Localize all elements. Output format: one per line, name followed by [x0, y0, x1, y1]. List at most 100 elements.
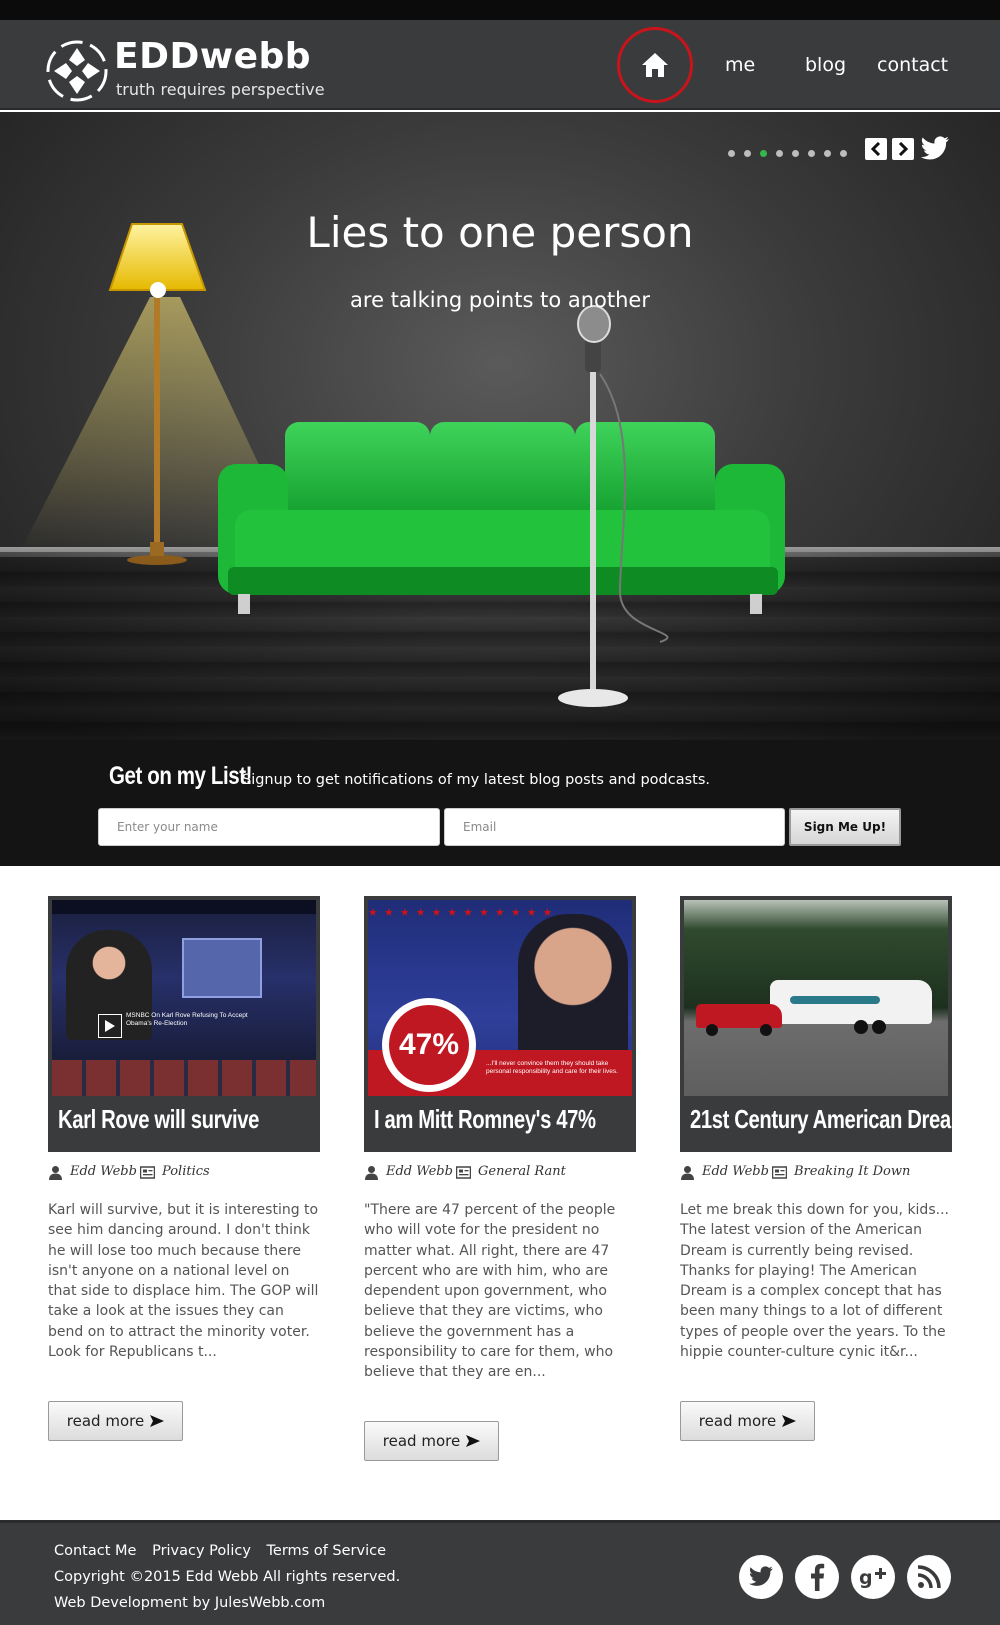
footer-rss-button[interactable]	[907, 1555, 951, 1599]
nav-me-link[interactable]: me	[725, 54, 755, 76]
category-icon	[772, 1166, 787, 1179]
slider-dot[interactable]	[728, 150, 735, 157]
slider-dot[interactable]	[744, 150, 751, 157]
slider-prev-button[interactable]	[865, 138, 887, 160]
footer-link-terms[interactable]: Terms of Service	[267, 1543, 386, 1559]
card-category[interactable]: General Rant	[478, 1164, 566, 1179]
site-footer: Contact Me Privacy Policy Terms of Servi…	[0, 1520, 1000, 1625]
nav-blog-link[interactable]: blog	[805, 54, 846, 76]
candidate-figure	[518, 914, 628, 1064]
hero-illustration	[20, 223, 785, 707]
footer-links: Contact Me Privacy Policy Terms of Servi…	[54, 1543, 397, 1559]
play-icon	[105, 1020, 115, 1032]
signup-email-input[interactable]	[444, 808, 785, 846]
read-more-label: read more	[66, 1412, 145, 1430]
site-logo[interactable]: EDDwebb truth requires perspective	[46, 30, 326, 102]
hero-title: Lies to one person	[306, 208, 694, 257]
footer-link-privacy[interactable]: Privacy Policy	[152, 1543, 251, 1559]
image-quote: ...I'll never convince them they should …	[486, 1060, 618, 1075]
wheel	[760, 1024, 772, 1036]
star-row: ★★★★★★★★★★★★	[368, 906, 559, 919]
percent-badge-text: 47%	[389, 1005, 469, 1085]
card-excerpt: "There are 47 percent of the people who …	[364, 1202, 616, 1381]
twitter-icon	[748, 1566, 773, 1586]
read-more-button[interactable]: read more	[364, 1421, 499, 1461]
slider-dot[interactable]	[840, 150, 847, 157]
camper-trailer	[770, 980, 932, 1024]
home-icon	[642, 53, 668, 77]
facebook-icon	[811, 1563, 825, 1591]
footer-credit[interactable]: Web Development by JulesWebb.com	[54, 1595, 325, 1611]
footer-google-plus-button[interactable]: g	[851, 1555, 895, 1599]
footer-twitter-button[interactable]	[739, 1555, 783, 1599]
card-image[interactable]: ★★★★★★★★★★★★ 47% ...I'll never convince …	[364, 896, 636, 1152]
user-icon	[49, 1166, 62, 1180]
card-image[interactable]: MSNBC On Karl Rove Refusing To Accept Ob…	[48, 896, 320, 1152]
slider-dot-active[interactable]	[760, 150, 767, 157]
read-more-button[interactable]: read more	[48, 1401, 183, 1441]
slider-next-button[interactable]	[892, 138, 914, 160]
card-image[interactable]: 21st Century American Dream	[680, 896, 969, 1152]
video-play-button[interactable]	[98, 1014, 122, 1038]
logo-mark-icon	[46, 40, 108, 102]
arrow-right-icon	[150, 1415, 165, 1427]
card-category[interactable]: Politics	[162, 1164, 210, 1179]
logo-title: EDDwebb	[114, 36, 312, 77]
signup-submit-button[interactable]: Sign Me Up!	[789, 808, 901, 846]
chevron-right-icon	[898, 142, 909, 156]
signup-description: Signup to get notifications of my latest…	[242, 772, 711, 788]
signup-bar: Get on my List! Signup to get notificati…	[0, 740, 1000, 866]
card-title[interactable]: I am Mitt Romney's 47%	[374, 1104, 596, 1135]
card-author[interactable]: Edd Webb	[702, 1164, 769, 1179]
google-plus-icon: g	[859, 1567, 886, 1589]
card-title[interactable]: 21st Century American Dream	[690, 1104, 969, 1135]
wheel	[872, 1020, 886, 1034]
slider-dots	[728, 150, 847, 162]
arrow-right-icon	[782, 1415, 797, 1427]
footer-facebook-button[interactable]	[795, 1555, 839, 1599]
card-meta: Edd Webb General Rant	[364, 1164, 636, 1182]
twitter-icon[interactable]	[920, 136, 950, 162]
slider-dot[interactable]	[792, 150, 799, 157]
blog-card: MSNBC On Karl Rove Refusing To Accept Ob…	[48, 896, 320, 1441]
wheel	[854, 1020, 868, 1034]
card-photo-camper	[684, 900, 948, 1096]
percent-badge: 47%	[382, 998, 476, 1092]
site-header: EDDwebb truth requires perspective me bl…	[0, 20, 1000, 110]
logo-tagline: truth requires perspective	[116, 80, 325, 99]
user-icon	[681, 1166, 694, 1180]
top-strip	[0, 0, 1000, 20]
card-title[interactable]: Karl Rove will survive	[58, 1104, 261, 1135]
user-icon	[365, 1166, 378, 1180]
footer-link-contact[interactable]: Contact Me	[54, 1543, 136, 1559]
card-author[interactable]: Edd Webb	[386, 1164, 453, 1179]
read-more-label: read more	[698, 1412, 777, 1430]
card-meta: Edd Webb Breaking It Down	[680, 1164, 952, 1182]
card-photo-msnbc: MSNBC On Karl Rove Refusing To Accept Ob…	[52, 900, 316, 1096]
slider-dot[interactable]	[776, 150, 783, 157]
arrow-right-icon	[466, 1435, 481, 1447]
card-photo-romney: ★★★★★★★★★★★★ 47% ...I'll never convince …	[368, 900, 632, 1096]
card-category[interactable]: Breaking It Down	[794, 1164, 910, 1179]
blog-card: 21st Century American Dream Edd Webb Bre…	[680, 896, 969, 1441]
card-author[interactable]: Edd Webb	[70, 1164, 137, 1179]
footer-copyright: Copyright ©2015 Edd Webb All rights rese…	[54, 1569, 401, 1585]
nav-home-button[interactable]	[617, 27, 693, 103]
read-more-button[interactable]: read more	[680, 1401, 815, 1441]
slider-dot[interactable]	[808, 150, 815, 157]
nav-contact-link[interactable]: contact	[877, 54, 948, 76]
tv-screen	[182, 938, 262, 998]
category-icon	[456, 1166, 471, 1179]
green-sofa	[218, 422, 785, 614]
card-excerpt: Karl will survive, but it is interesting…	[48, 1202, 319, 1361]
hero-slider: Lies to one person are talking points to…	[0, 112, 1000, 740]
video-caption: MSNBC On Karl Rove Refusing To Accept Ob…	[126, 1012, 248, 1027]
video-thumbnails	[52, 1060, 316, 1096]
slider-dot[interactable]	[824, 150, 831, 157]
wheel	[706, 1024, 718, 1036]
hero-subtitle: are talking points to another	[350, 288, 650, 312]
card-excerpt: Let me break this down for you, kids... …	[680, 1202, 949, 1361]
card-meta: Edd Webb Politics	[48, 1164, 320, 1182]
category-icon	[140, 1166, 155, 1179]
signup-name-input[interactable]	[98, 808, 440, 846]
